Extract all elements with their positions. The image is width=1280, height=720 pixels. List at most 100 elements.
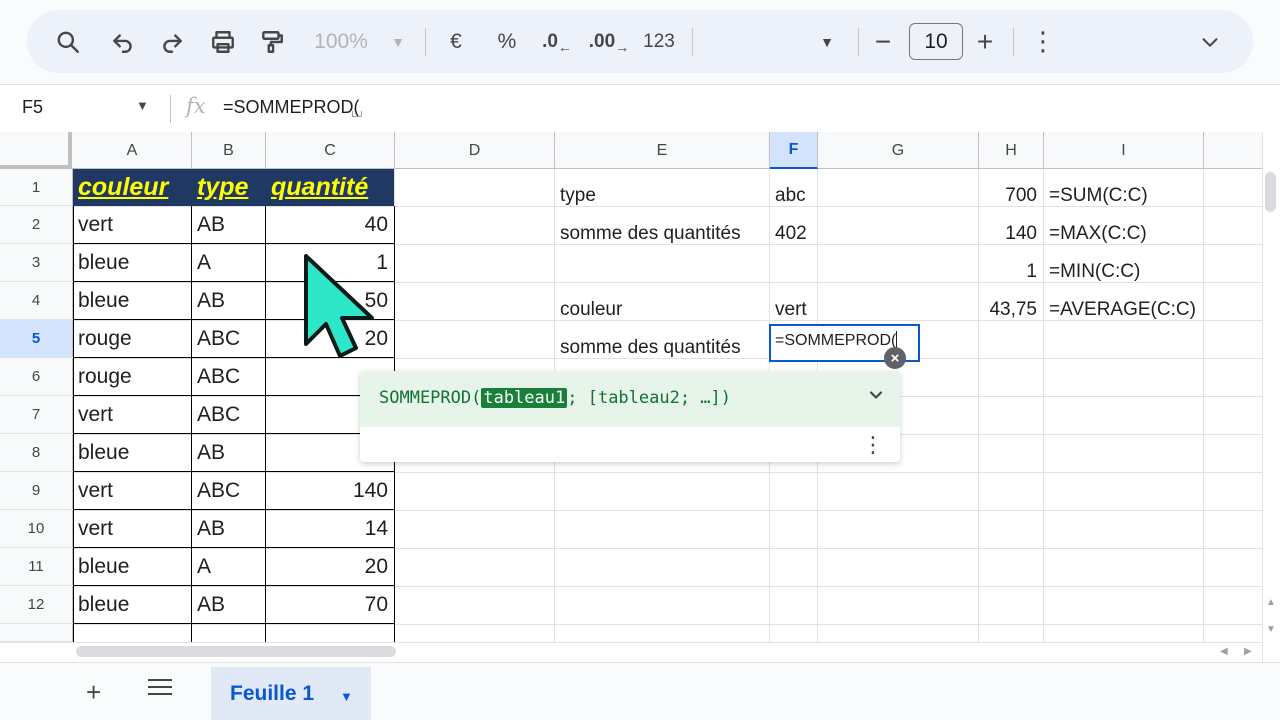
scroll-down-arrow-icon[interactable]: ▼ bbox=[1266, 624, 1276, 635]
column-header-c[interactable]: C bbox=[266, 132, 395, 169]
table-cell-type[interactable]: A bbox=[192, 244, 265, 282]
row-header[interactable] bbox=[0, 624, 73, 642]
increase-font-size-button[interactable]: + bbox=[971, 10, 999, 73]
cell-h2[interactable]: 140 bbox=[979, 215, 1043, 253]
row-header[interactable]: 1 bbox=[0, 169, 73, 206]
print-icon[interactable] bbox=[208, 10, 238, 73]
formula-input[interactable]: =SOMMEPROD( bbox=[223, 97, 360, 118]
table-cell-type[interactable]: AB bbox=[192, 206, 265, 244]
cell-e4[interactable]: couleur bbox=[555, 291, 769, 329]
search-icon[interactable] bbox=[54, 10, 82, 73]
row-header[interactable]: 7 bbox=[0, 396, 73, 434]
undo-icon[interactable] bbox=[109, 10, 137, 73]
row-header[interactable]: 4 bbox=[0, 282, 73, 320]
row-header[interactable]: 11 bbox=[0, 548, 73, 586]
formula-hint-popup[interactable]: SOMMEPROD(tableau1; [tableau2; …]) bbox=[360, 371, 900, 462]
more-vert-icon[interactable]: ⋮ bbox=[1030, 10, 1056, 73]
table-cell-type[interactable]: ABC bbox=[192, 320, 265, 358]
chevron-down-icon[interactable]: ▼ bbox=[340, 689, 353, 704]
cell-f1[interactable]: abc bbox=[770, 177, 817, 215]
row-header[interactable]: 6 bbox=[0, 358, 73, 396]
table-cell-couleur[interactable]: bleue bbox=[73, 244, 191, 282]
table-cell-type[interactable]: AB bbox=[192, 510, 265, 548]
paint-format-icon[interactable] bbox=[258, 10, 286, 73]
table-cell-couleur[interactable]: rouge bbox=[73, 358, 191, 396]
increase-decimals-button[interactable]: .00 → bbox=[587, 10, 631, 73]
cell-h1[interactable]: 700 bbox=[979, 177, 1043, 215]
cell-e2[interactable]: somme des quantités bbox=[555, 215, 769, 253]
row-header[interactable]: 10 bbox=[0, 510, 73, 548]
column-header-g[interactable]: G bbox=[818, 132, 979, 169]
scroll-right-arrow-icon[interactable]: ▶ bbox=[1244, 646, 1252, 657]
table-cell-type[interactable]: ABC bbox=[192, 396, 265, 434]
row-header[interactable]: 8 bbox=[0, 434, 73, 472]
cell-i1[interactable]: =SUM(C:C) bbox=[1044, 177, 1204, 215]
table-cell-couleur[interactable]: vert bbox=[73, 472, 191, 510]
cell-e5[interactable]: somme des quantités bbox=[555, 329, 769, 367]
table-cell-couleur[interactable]: vert bbox=[73, 510, 191, 548]
column-header-a[interactable]: A bbox=[73, 132, 192, 169]
table-cell-type[interactable]: ABC bbox=[192, 358, 265, 396]
table-cell-type[interactable]: ABC bbox=[192, 472, 265, 510]
table-cell-couleur[interactable]: bleue bbox=[73, 586, 191, 624]
row-header[interactable]: 9 bbox=[0, 472, 73, 510]
cell-h3[interactable]: 1 bbox=[979, 253, 1043, 291]
table-cell-couleur[interactable]: bleue bbox=[73, 434, 191, 472]
table-cell-couleur[interactable]: rouge bbox=[73, 320, 191, 358]
decrease-font-size-button[interactable]: − bbox=[869, 10, 897, 73]
more-formats-button[interactable]: 123 bbox=[639, 10, 679, 73]
column-header-h[interactable]: H bbox=[979, 132, 1044, 169]
cell-f2[interactable]: 402 bbox=[770, 215, 817, 253]
format-percent-button[interactable]: % bbox=[492, 10, 522, 73]
column-header-e[interactable]: E bbox=[555, 132, 770, 169]
font-size-input[interactable]: 10 bbox=[909, 23, 963, 60]
table-cell-quantite[interactable]: 140 bbox=[266, 472, 394, 510]
column-header-f[interactable]: F bbox=[770, 132, 818, 169]
scroll-up-arrow-icon[interactable]: ▲ bbox=[1266, 597, 1276, 608]
table-cell-couleur[interactable]: vert bbox=[73, 396, 191, 434]
cell-i3[interactable]: =MIN(C:C) bbox=[1044, 253, 1204, 291]
decrease-decimals-button[interactable]: .0 ← bbox=[535, 10, 579, 73]
cell-i4[interactable]: =AVERAGE(C:C) bbox=[1044, 291, 1204, 329]
table-cell-quantite[interactable]: 40 bbox=[266, 206, 394, 244]
table-cell-type[interactable]: A bbox=[192, 548, 265, 586]
more-vert-icon[interactable]: ⋮ bbox=[862, 432, 884, 458]
table-cell-type[interactable]: AB bbox=[192, 282, 265, 320]
table-cell-quantite[interactable]: 70 bbox=[266, 586, 394, 624]
table-cell-couleur[interactable]: vert bbox=[73, 206, 191, 244]
expand-hint-chevron-icon[interactable] bbox=[866, 385, 886, 410]
row-header[interactable]: 12 bbox=[0, 586, 73, 624]
row-header[interactable]: 2 bbox=[0, 206, 73, 244]
table-cell-type[interactable]: AB bbox=[192, 586, 265, 624]
add-sheet-icon[interactable]: + bbox=[86, 677, 101, 708]
table-header-type[interactable]: type bbox=[192, 169, 266, 206]
table-cell-couleur[interactable]: bleue bbox=[73, 548, 191, 586]
chevron-down-icon[interactable]: ▼ bbox=[136, 98, 149, 113]
name-box[interactable]: F5 bbox=[22, 97, 43, 118]
font-select-chevron-icon[interactable]: ▼ bbox=[814, 10, 840, 73]
table-cell-quantite[interactable]: 20 bbox=[266, 548, 394, 586]
close-icon[interactable]: × bbox=[884, 347, 906, 369]
table-cell-couleur[interactable]: bleue bbox=[73, 282, 191, 320]
chevron-down-icon[interactable]: ▼ bbox=[385, 10, 411, 73]
collapse-toolbar-icon[interactable] bbox=[1197, 10, 1223, 73]
table-cell-quantite[interactable]: 14 bbox=[266, 510, 394, 548]
table-cell-type[interactable]: AB bbox=[192, 434, 265, 472]
redo-icon[interactable] bbox=[158, 10, 186, 73]
row-header-selected[interactable]: 5 bbox=[0, 320, 73, 358]
cell-editor-text[interactable]: =SOMMEPROD( bbox=[775, 332, 896, 350]
zoom-select[interactable]: 100% bbox=[307, 10, 375, 73]
table-header-quantite[interactable]: quantité bbox=[266, 169, 394, 206]
column-header-i[interactable]: I bbox=[1044, 132, 1204, 169]
all-sheets-menu-icon[interactable] bbox=[148, 679, 172, 699]
scroll-left-arrow-icon[interactable]: ◀ bbox=[1220, 646, 1228, 657]
cell-h4[interactable]: 43,75 bbox=[979, 291, 1043, 329]
cell-i2[interactable]: =MAX(C:C) bbox=[1044, 215, 1204, 253]
select-all-corner[interactable] bbox=[0, 132, 72, 169]
vertical-scroll-thumb[interactable] bbox=[1265, 172, 1276, 212]
cell-e1[interactable]: type bbox=[555, 177, 769, 215]
format-currency-button[interactable]: € bbox=[441, 10, 471, 73]
horizontal-scroll-thumb[interactable] bbox=[76, 646, 396, 657]
row-header[interactable]: 3 bbox=[0, 244, 73, 282]
column-header-d[interactable]: D bbox=[395, 132, 555, 169]
